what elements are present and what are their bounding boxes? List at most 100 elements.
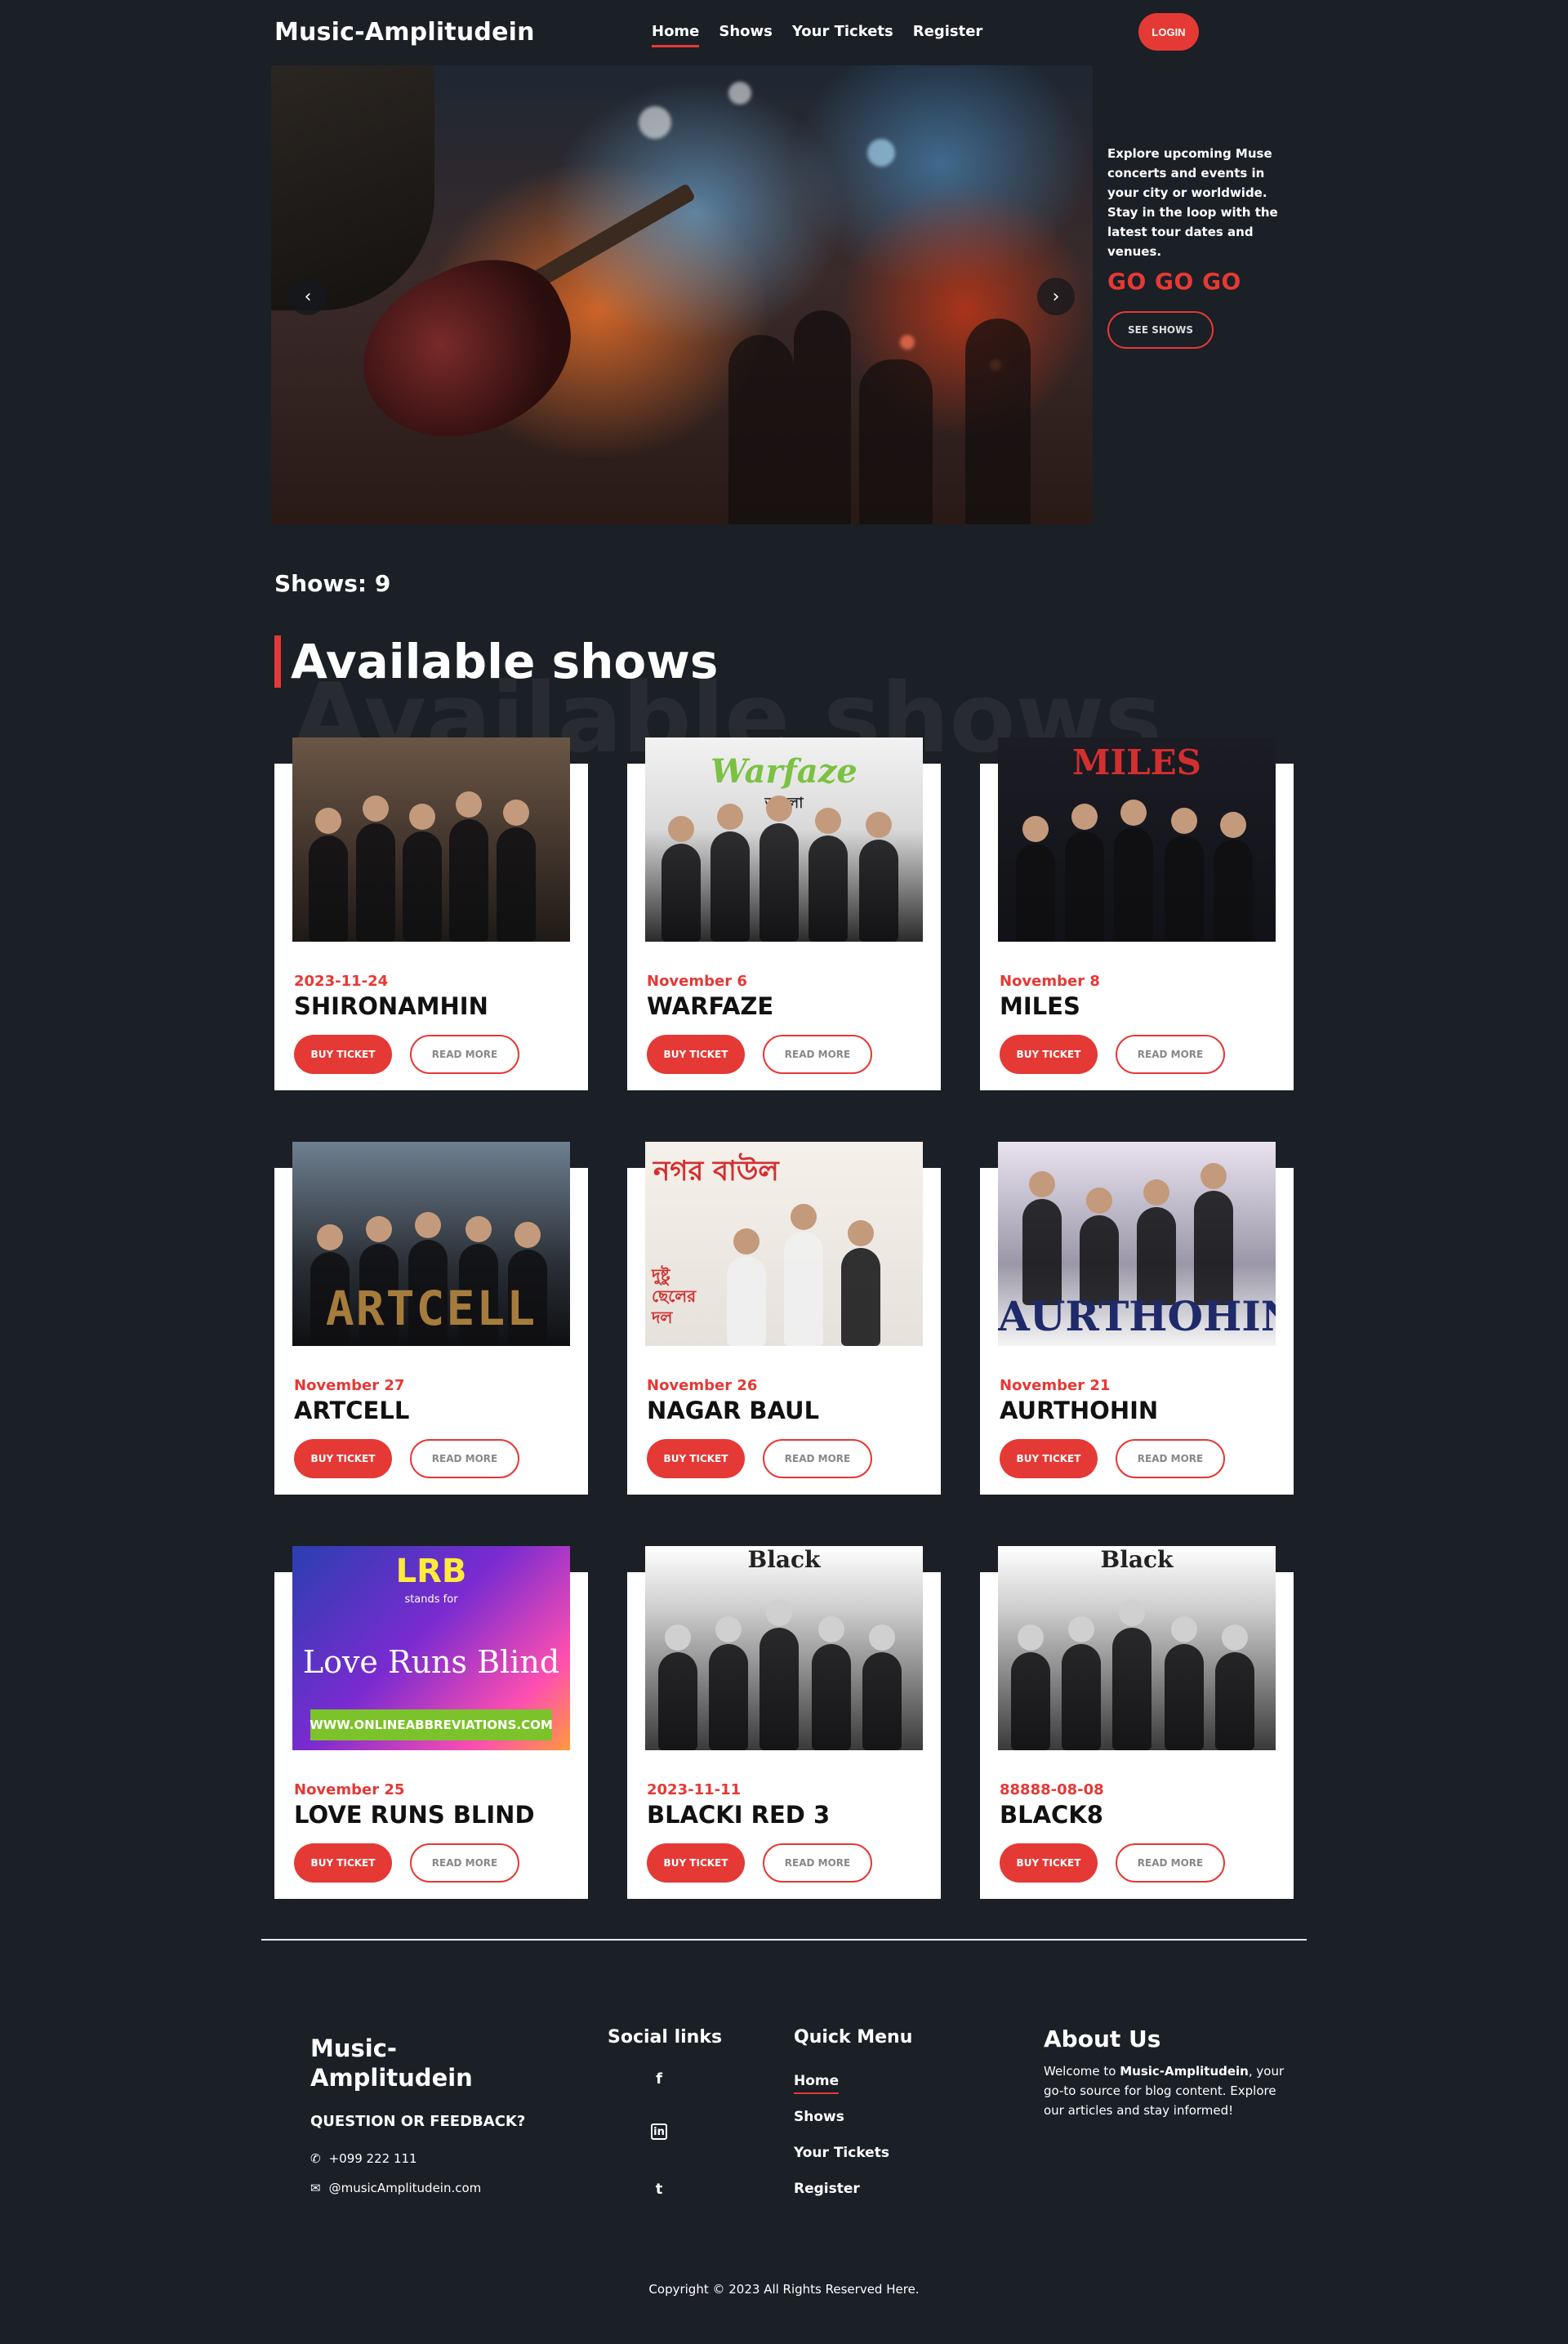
show-card: LRB stands for Love Runs Blind WWW.ONLIN… [274, 1546, 588, 1899]
bokeh-light [867, 139, 895, 167]
login-button[interactable]: LOGIN [1138, 13, 1199, 51]
shows-count: Shows: 9 [274, 570, 391, 597]
show-photo[interactable]: ARTCELL [292, 1142, 570, 1346]
guitarist-arm [271, 65, 434, 310]
quick-menu-title: Quick Menu [794, 2027, 913, 2048]
carousel-next-button[interactable]: › [1037, 278, 1075, 315]
show-date: November 26 [647, 1377, 758, 1394]
buy-ticket-button[interactable]: BUY TICKET [294, 1035, 392, 1074]
footer-link-shows[interactable]: Shows [794, 2109, 844, 2125]
buy-ticket-button[interactable]: BUY TICKET [294, 1843, 392, 1883]
hero-carousel: ‹ › [271, 65, 1093, 524]
show-card: Black 88888-08-08 BLACK8 BUY TICKET READ… [980, 1546, 1294, 1899]
read-more-button[interactable]: READ MORE [1116, 1439, 1225, 1478]
read-more-button[interactable]: READ MORE [410, 1035, 519, 1074]
band-logo-text: Black [747, 1546, 821, 1573]
show-card: MILES November 8 MILES BUY TICKET READ M… [980, 738, 1294, 1090]
band-logo-subtext: stands for [404, 1593, 458, 1606]
show-name: SHIRONAMHIN [294, 992, 488, 1020]
show-photo[interactable] [292, 738, 570, 942]
buy-ticket-button[interactable]: BUY TICKET [1000, 1035, 1098, 1074]
nav-home[interactable]: Home [652, 23, 700, 47]
main-menu: Home Shows Your Tickets Register [652, 23, 982, 47]
buy-ticket-button[interactable]: BUY TICKET [294, 1439, 392, 1478]
show-photo[interactable]: MILES [998, 738, 1276, 942]
show-date: November 25 [294, 1781, 405, 1798]
band-logo-main: Love Runs Blind [302, 1644, 560, 1680]
nav-shows[interactable]: Shows [719, 23, 773, 47]
show-photo[interactable]: Black [998, 1546, 1276, 1750]
hero-caption: Explore upcoming Muse concerts and event… [1107, 144, 1287, 349]
buy-ticket-button[interactable]: BUY TICKET [647, 1439, 745, 1478]
crowd-silhouette [859, 359, 933, 524]
buy-ticket-button[interactable]: BUY TICKET [647, 1035, 745, 1074]
show-date: November 8 [1000, 973, 1100, 990]
nav-your-tickets[interactable]: Your Tickets [792, 23, 893, 47]
show-photo[interactable]: Black [645, 1546, 923, 1750]
band-logo-text: MILES [1071, 742, 1201, 782]
read-more-button[interactable]: READ MORE [763, 1843, 872, 1883]
see-shows-button[interactable]: SEE SHOWS [1107, 311, 1214, 349]
footer-divider [261, 1939, 1307, 1941]
show-date: November 27 [294, 1377, 405, 1394]
show-name: LOVE RUNS BLIND [294, 1801, 535, 1829]
band-logo-text: Black [1100, 1546, 1174, 1573]
footer-email[interactable]: ✉ @musicAmplitudein.com [310, 2181, 481, 2195]
crowd-silhouette [728, 335, 794, 524]
about-prefix: Welcome to [1044, 2064, 1120, 2079]
read-more-button[interactable]: READ MORE [1116, 1035, 1225, 1074]
brand-logo[interactable]: Music-Amplitudein [274, 18, 535, 47]
show-name: WARFAZE [647, 992, 774, 1020]
chevron-right-icon: › [1052, 286, 1060, 307]
nav-register[interactable]: Register [913, 23, 983, 47]
show-name: ARTCELL [294, 1397, 410, 1424]
read-more-button[interactable]: READ MORE [410, 1439, 519, 1478]
show-card: 2023-11-24 SHIRONAMHIN BUY TICKET READ M… [274, 738, 588, 1090]
footer-link-your-tickets[interactable]: Your Tickets [794, 2145, 889, 2161]
read-more-button[interactable]: READ MORE [410, 1843, 519, 1883]
section-title: Available shows [274, 635, 718, 688]
phone-number: +099 222 111 [328, 2151, 417, 2166]
social-links-title: Social links [608, 2027, 723, 2048]
read-more-button[interactable]: READ MORE [1116, 1843, 1225, 1883]
mail-icon: ✉ [310, 2181, 321, 2195]
linkedin-icon[interactable]: in [651, 2123, 667, 2140]
twitter-icon[interactable]: t [649, 2179, 669, 2199]
show-name: MILES [1000, 992, 1080, 1020]
footer-link-home[interactable]: Home [794, 2073, 840, 2094]
bokeh-light [900, 335, 915, 350]
footer-phone[interactable]: ✆ +099 222 111 [310, 2151, 417, 2166]
read-more-button[interactable]: READ MORE [763, 1035, 872, 1074]
carousel-prev-button[interactable]: ‹ [289, 278, 327, 315]
footer-brand[interactable]: Music-Amplitudein [310, 2034, 506, 2092]
show-date: 88888-08-08 [1000, 1781, 1104, 1798]
band-logo-text: LRB [395, 1553, 467, 1590]
facebook-icon[interactable]: f [649, 2069, 669, 2088]
hero-image [271, 65, 1093, 524]
album-title-text: দুষ্টু ছেলের দল [652, 1265, 697, 1327]
about-text: Welcome to Music-Amplitudein, your go-to… [1044, 2061, 1289, 2120]
buy-ticket-button[interactable]: BUY TICKET [1000, 1843, 1098, 1883]
about-brand: Music-Amplitudein [1120, 2064, 1249, 2079]
footer-link-register[interactable]: Register [794, 2181, 860, 2197]
chevron-left-icon: ‹ [304, 286, 312, 307]
show-name: NAGAR BAUL [647, 1397, 820, 1424]
band-logo-text: AURTHOHIN [998, 1292, 1276, 1340]
crowd-silhouette [794, 310, 851, 524]
band-logo-text: Warfaze [710, 752, 858, 791]
show-photo[interactable]: Warfaze আলো [645, 738, 923, 942]
show-card: Black 2023-11-11 BLACKI RED 3 BUY TICKET… [627, 1546, 941, 1899]
show-date: 2023-11-11 [647, 1781, 742, 1798]
show-card: নগর বাউল দুষ্টু ছেলের দল November 26 NAG… [627, 1142, 941, 1495]
phone-icon: ✆ [310, 2151, 321, 2166]
show-photo[interactable]: AURTHOHIN [998, 1142, 1276, 1346]
show-name: BLACKI RED 3 [647, 1801, 831, 1829]
buy-ticket-button[interactable]: BUY TICKET [647, 1843, 745, 1883]
crowd-silhouette [965, 319, 1031, 524]
show-photo[interactable]: LRB stands for Love Runs Blind WWW.ONLIN… [292, 1546, 570, 1750]
show-photo[interactable]: নগর বাউল দুষ্টু ছেলের দল [645, 1142, 923, 1346]
read-more-button[interactable]: READ MORE [763, 1439, 872, 1478]
buy-ticket-button[interactable]: BUY TICKET [1000, 1439, 1098, 1478]
show-card: ARTCELL November 27 ARTCELL BUY TICKET R… [274, 1142, 588, 1495]
logo-url-banner: WWW.ONLINEABBREVIATIONS.COM [310, 1709, 553, 1740]
